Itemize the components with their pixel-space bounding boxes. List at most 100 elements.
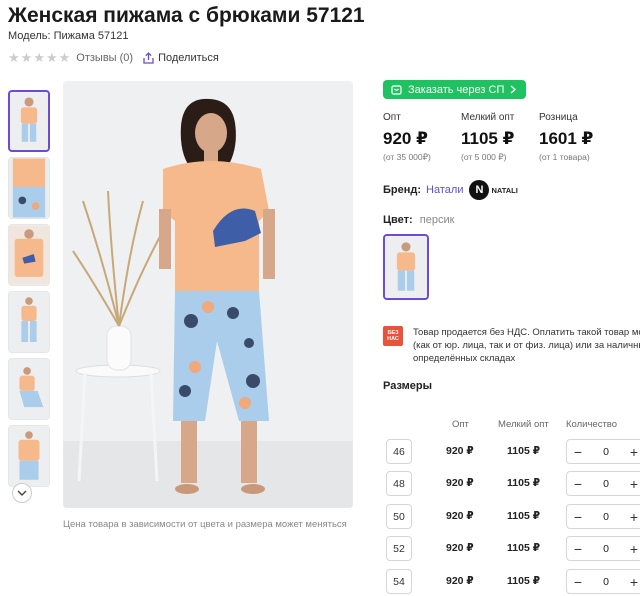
- vat-text: Товар продается без НДС. Оплатить такой …: [413, 326, 640, 365]
- size-row: 48 920 ₽ 1105 ₽ − 0 +: [386, 471, 640, 496]
- thumbnails-scroll-down-button[interactable]: [12, 483, 32, 503]
- quantity-increase-button[interactable]: +: [623, 476, 640, 492]
- quantity-decrease-button[interactable]: −: [567, 476, 589, 492]
- quantity-stepper: − 0 +: [566, 536, 640, 561]
- size-small-opt-price: 1105 ₽: [507, 575, 541, 587]
- price-condition: (от 1 товара): [539, 152, 590, 162]
- quantity-stepper: − 0 +: [566, 439, 640, 464]
- size-label[interactable]: 46: [386, 439, 412, 464]
- size-label[interactable]: 54: [386, 569, 412, 594]
- brand-row: Бренд: Натали N NATALI: [383, 180, 640, 200]
- thumbnail[interactable]: [8, 291, 50, 353]
- sizes-title: Размеры: [383, 380, 433, 392]
- thumbnail-list: [8, 90, 52, 492]
- quantity-decrease-button[interactable]: −: [567, 574, 589, 590]
- price-label: Мелкий опт: [461, 112, 515, 123]
- star-icon: ★: [45, 50, 58, 65]
- size-small-opt-price: 1105 ₽: [507, 477, 541, 489]
- sizes-header-opt: Опт: [452, 419, 469, 430]
- reviews-link[interactable]: Отзывы (0): [76, 52, 133, 64]
- size-row: 50 920 ₽ 1105 ₽ − 0 +: [386, 504, 640, 529]
- color-row: Цвет: персик: [383, 214, 640, 226]
- size-opt-price: 920 ₽: [446, 510, 474, 522]
- price-value: 1105 ₽: [461, 129, 515, 148]
- price-condition: (от 35 000₽): [383, 152, 431, 162]
- quantity-decrease-button[interactable]: −: [567, 509, 589, 525]
- vat-text-line: Товар продается без НДС. Оплатить такой …: [413, 327, 640, 338]
- size-small-opt-price: 1105 ₽: [507, 510, 541, 522]
- price-tier-opt: Опт 920 ₽ (от 35 000₽): [383, 112, 461, 163]
- quantity-stepper: − 0 +: [566, 471, 640, 496]
- rating-row: ★ ★ ★ ★ ★ Отзывы (0) Поделиться: [8, 51, 219, 64]
- quantity-increase-button[interactable]: +: [623, 509, 640, 525]
- price-value: 1601 ₽: [539, 129, 594, 148]
- thumbnail[interactable]: [8, 224, 50, 286]
- brand-link[interactable]: Натали: [426, 184, 463, 196]
- chevron-right-icon: [510, 85, 517, 94]
- star-icon: ★: [58, 50, 71, 65]
- vat-notice: БЕЗ НАС Товар продается без НДС. Оплатит…: [383, 326, 640, 365]
- product-info-panel: Заказать через СП Опт 920 ₽ (от 35 000₽)…: [383, 80, 640, 392]
- share-label: Поделиться: [158, 51, 219, 64]
- order-via-sp-button[interactable]: Заказать через СП: [383, 80, 527, 99]
- product-photo-illustration: [63, 81, 353, 508]
- share-icon: [143, 51, 154, 64]
- quantity-decrease-button[interactable]: −: [567, 444, 589, 460]
- quantity-value[interactable]: 0: [589, 576, 623, 588]
- quantity-value[interactable]: 0: [589, 478, 623, 490]
- quantity-increase-button[interactable]: +: [623, 574, 640, 590]
- thumbnail[interactable]: [8, 358, 50, 420]
- price-label: Опт: [383, 112, 401, 123]
- quantity-stepper: − 0 +: [566, 569, 640, 594]
- color-label: Цвет:: [383, 214, 413, 226]
- size-small-opt-price: 1105 ₽: [507, 542, 541, 554]
- model-line: Модель: Пижама 57121: [8, 30, 128, 42]
- size-small-opt-price: 1105 ₽: [507, 445, 541, 457]
- thumbnail[interactable]: [8, 425, 50, 487]
- brand-logo-text: NATALI: [491, 185, 518, 195]
- size-label[interactable]: 50: [386, 504, 412, 529]
- model-label: Модель:: [8, 30, 51, 42]
- size-opt-price: 920 ₽: [446, 542, 474, 554]
- quantity-decrease-button[interactable]: −: [567, 541, 589, 557]
- quantity-stepper: − 0 +: [566, 504, 640, 529]
- price-tier-small-opt: Мелкий опт 1105 ₽ (от 5 000 ₽): [461, 112, 539, 163]
- size-opt-price: 920 ₽: [446, 445, 474, 457]
- vat-badge: БЕЗ НАС: [383, 326, 403, 346]
- order-via-sp-label: Заказать через СП: [408, 83, 505, 96]
- chevron-down-icon: [17, 490, 27, 496]
- thumbnail[interactable]: [8, 157, 50, 219]
- brand-logo-icon: N: [469, 180, 490, 200]
- price-tiers: Опт 920 ₽ (от 35 000₽) Мелкий опт 1105 ₽…: [383, 112, 640, 163]
- sizes-header-small-opt: Мелкий опт: [498, 419, 549, 430]
- main-product-photo[interactable]: [63, 81, 353, 508]
- size-label[interactable]: 52: [386, 536, 412, 561]
- color-value: персик: [419, 214, 455, 226]
- brand-logo[interactable]: N NATALI: [469, 180, 518, 200]
- quantity-value[interactable]: 0: [589, 543, 623, 555]
- brand-label: Бренд:: [383, 184, 422, 196]
- size-row: 46 920 ₽ 1105 ₽ − 0 +: [386, 439, 640, 464]
- quantity-value[interactable]: 0: [589, 511, 623, 523]
- color-swatch-peach[interactable]: [383, 234, 429, 300]
- share-button[interactable]: Поделиться: [143, 52, 219, 64]
- price-note: Цена товара в зависимости от цвета и раз…: [63, 519, 347, 530]
- rating-stars: ★ ★ ★ ★ ★: [8, 51, 70, 64]
- size-label[interactable]: 48: [386, 471, 412, 496]
- cart-icon: [391, 85, 402, 95]
- sizes-header-quantity: Количество: [566, 419, 618, 430]
- star-icon: ★: [8, 50, 20, 65]
- size-row: 54 920 ₽ 1105 ₽ − 0 +: [386, 569, 640, 594]
- thumbnail[interactable]: [8, 90, 50, 152]
- price-condition: (от 5 000 ₽): [461, 152, 507, 162]
- page-title: Женская пижама с брюками 57121: [8, 4, 365, 27]
- vat-text-line: (как от юр. лица, так и от физ. лица) ил…: [413, 340, 640, 351]
- quantity-increase-button[interactable]: +: [623, 444, 640, 460]
- model-value: Пижама 57121: [53, 30, 129, 42]
- star-icon: ★: [20, 50, 33, 65]
- price-value: 920 ₽: [383, 129, 428, 148]
- quantity-increase-button[interactable]: +: [623, 541, 640, 557]
- price-label: Розница: [539, 112, 578, 123]
- size-row: 52 920 ₽ 1105 ₽ − 0 +: [386, 536, 640, 561]
- quantity-value[interactable]: 0: [589, 446, 623, 458]
